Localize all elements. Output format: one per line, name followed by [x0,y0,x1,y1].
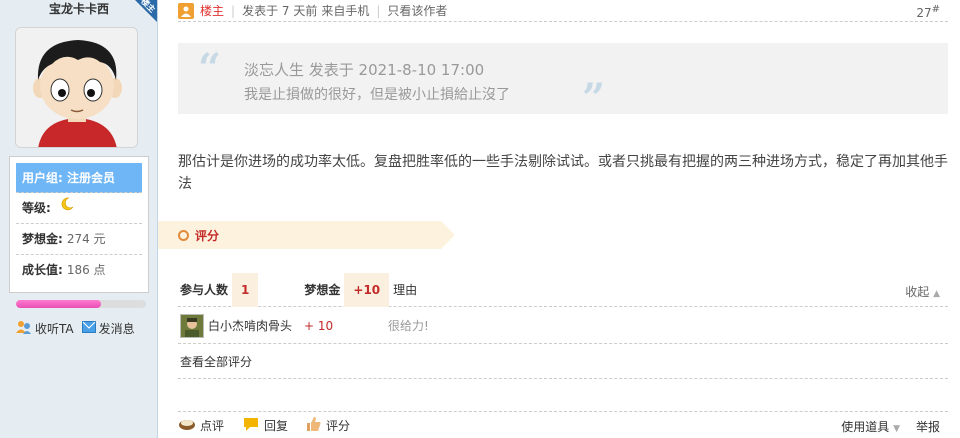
quote-author: 淡忘人生 发表于 2021-8-10 17:00 [244,61,485,79]
growth-row: 成长值: 186 点 [16,255,142,286]
post-main: 楼主 | 发表于 7 天前 来自手机 | 只看该作者 27# “ 淡忘人生 发表… [158,0,960,438]
floor-number-value: 27 [916,6,932,20]
chevron-down-icon: ▼ [893,424,900,434]
reason-header: 理由 [393,283,418,297]
participants-count: 1 [232,272,259,307]
rater-score: + 10 [304,318,334,333]
view-all-ratings-link[interactable]: 查看全部评分 [178,346,948,379]
message-label: 发消息 [98,322,135,336]
author-actions: 收听TA 发消息 [16,320,156,337]
points-total: +10 [344,272,390,307]
post-meta-bar: 楼主 | 发表于 7 天前 来自手机 | 只看该作者 27# [178,0,948,22]
floor-number[interactable]: 27# [916,4,940,20]
moon-icon [59,193,75,224]
growth-label: 成长值: [22,263,63,277]
post-source[interactable]: 来自手机 [321,2,369,19]
user-group-row: 用户组: 注册会员 [16,163,142,193]
message-button[interactable]: 发消息 [81,320,135,337]
quote-open-icon: “ [198,45,222,92]
growth-value: 186 点 [66,263,106,277]
post-secondary-actions: 使用道具 ▼ 举报 [841,418,940,435]
author-avatar[interactable] [15,27,138,148]
use-tool-label: 使用道具 [841,420,890,434]
author-sidebar: 宝龙卡卡西 楼主 用户组: 注册会员 等级: 梦想金: 274 元 成长值: 1… [0,0,158,438]
rating-header: 参与人数 1 梦想金 +10 理由 收起 ▲ [178,272,948,307]
rating-tag-label: 评分 [195,228,220,243]
follow-label: 收听TA [35,322,74,336]
level-progress-fill [16,300,101,308]
level-progress-bar [16,300,146,308]
comment-label: 点评 [200,418,225,433]
rate-button[interactable]: 评分 [306,416,350,435]
comment-button[interactable]: 点评 [178,417,224,434]
meta-divider: | [231,3,236,18]
level-row: 等级: [16,193,142,224]
report-button[interactable]: 举报 [916,418,940,435]
reply-button[interactable]: 回复 [242,416,288,435]
rating-tag: 评分 [158,221,455,249]
floor-number-suffix: # [931,4,940,15]
rating-row: 白小杰啃肉骨头 + 10 很给力! [178,308,948,344]
rating-circle-icon [178,229,189,241]
points-header-label: 梦想金 [304,283,341,297]
points-value: 274 元 [66,232,106,246]
envelope-icon [81,321,96,336]
level-label: 等级: [22,201,51,215]
only-author-link[interactable]: 只看该作者 [387,2,447,19]
post-actions-bar: 点评 回复 评分 使用道具 ▼ 举报 [178,411,948,438]
quote-close-icon: ” [582,75,606,122]
points-label: 梦想金: [22,232,63,246]
author-badge-icon [178,2,194,19]
reply-label: 回复 [264,418,289,433]
rater-name[interactable]: 白小杰啃肉骨头 [208,317,304,334]
participants-label: 参与人数 [180,283,229,297]
posted-time: 发表于 7 天前 [242,4,318,18]
rater-reason: 很给力! [388,319,429,333]
quote-block: “ 淡忘人生 发表于 2021-8-10 17:00 我是止損做的很好，但是被小… [178,43,948,119]
quote-text: 我是止損做的很好，但是被小止損給止沒了 [244,87,510,103]
author-info-table: 用户组: 注册会员 等级: 梦想金: 274 元 成长值: 186 点 [9,156,149,293]
user-group-label: 用户组: [22,171,63,185]
follow-icon [16,320,32,337]
use-tool-button[interactable]: 使用道具 ▼ [841,418,900,435]
points-row: 梦想金: 274 元 [16,224,142,255]
thread-starter-label: 楼主 [200,4,225,18]
follow-button[interactable]: 收听TA [16,320,74,337]
comment-icon [178,417,196,434]
collapse-label: 收起 [905,285,930,299]
chevron-up-icon: ▲ [933,289,940,299]
reply-icon [242,416,260,435]
thumbs-up-icon [306,416,322,435]
post-body: 那估计是你进场的成功率太低。复盘把胜率低的一些手法剔除试试。或者只挑最有把握的两… [178,154,948,192]
rate-label: 评分 [326,418,351,433]
rater-avatar[interactable] [180,313,204,338]
user-group-value[interactable]: 注册会员 [67,171,115,185]
meta-divider: | [376,3,381,18]
collapse-ratings-button[interactable]: 收起 ▲ [905,283,940,300]
